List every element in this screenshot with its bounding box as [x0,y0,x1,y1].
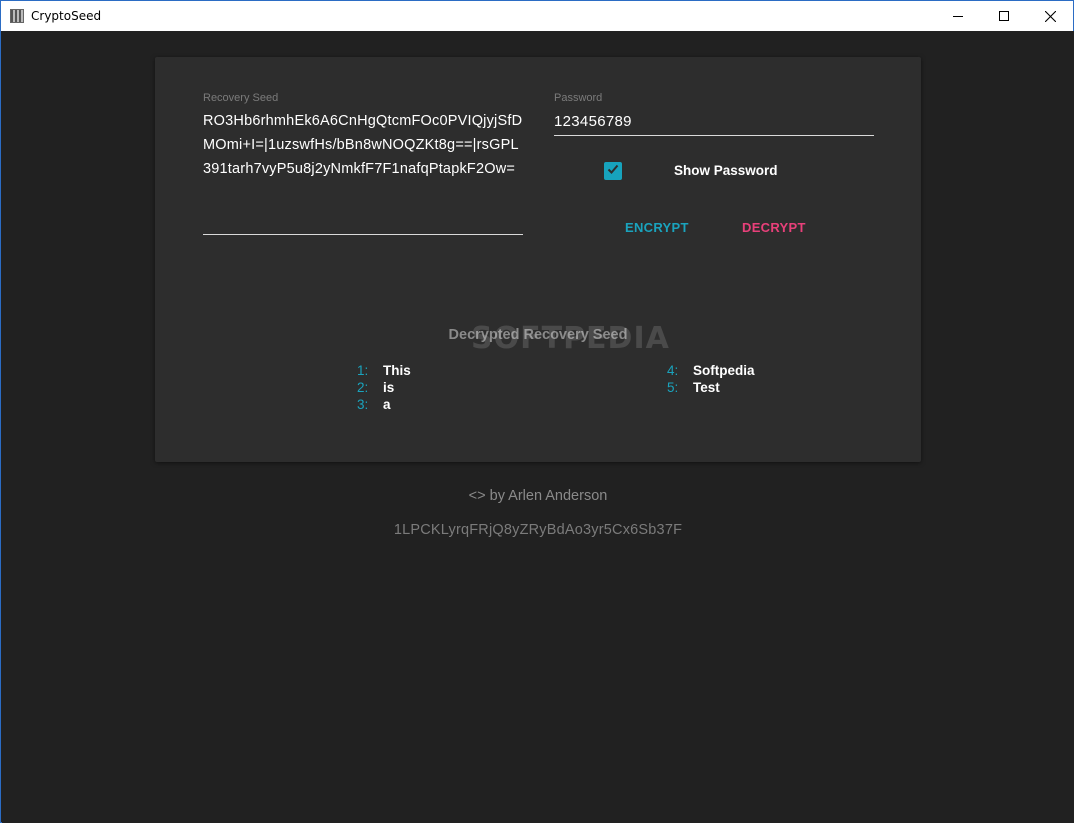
window-title: CryptoSeed [31,9,102,23]
password-input[interactable]: 123456789 [554,113,632,130]
list-item: 3: a [357,396,411,413]
main-content: Recovery Seed RO3Hb6rhmhEk6A6CnHgQtcmFOc… [2,31,1074,823]
list-item: 4: Softpedia [667,362,755,379]
title-bar[interactable]: CryptoSeed [1,1,1073,31]
word-number: 4: [667,363,679,378]
show-password-label[interactable]: Show Password [674,163,778,178]
encrypt-button[interactable]: ENCRYPT [625,220,689,235]
list-item: 5: Test [667,379,755,396]
maximize-button[interactable] [981,1,1027,31]
word-value: Softpedia [693,363,755,378]
minimize-button[interactable] [935,1,981,31]
maximize-icon [999,11,1009,21]
author-credit[interactable]: <> by Arlen Anderson [2,488,1074,504]
list-item: 2: is [357,379,411,396]
word-value: a [383,397,391,412]
word-number: 3: [357,397,369,412]
minimize-icon [953,11,963,21]
seed-input-underline [203,234,523,235]
password-label: Password [554,92,603,104]
app-icon [10,9,24,23]
word-number: 5: [667,380,679,395]
seed-label: Recovery Seed [203,92,279,104]
softpedia-watermark: SOFTPEDIA [471,321,670,356]
list-item: 1: This [357,362,411,379]
close-button[interactable] [1027,1,1073,31]
word-list-left: 1: This 2: is 3: a [357,362,411,413]
word-number: 2: [357,380,369,395]
decrypt-button[interactable]: DECRYPT [742,220,806,235]
app-window: CryptoSeed Recovery Seed RO3Hb6rhmhEk6A6… [0,0,1074,823]
word-value: is [383,380,395,395]
close-icon [1044,10,1056,22]
show-password-checkbox[interactable] [604,162,622,180]
password-input-underline [554,135,874,136]
word-list-right: 4: Softpedia 5: Test [667,362,755,396]
window-controls [935,1,1073,31]
check-icon [606,162,620,181]
word-value: Test [693,380,720,395]
seed-card: Recovery Seed RO3Hb6rhmhEk6A6CnHgQtcmFOc… [155,57,921,462]
word-value: This [383,363,411,378]
seed-input[interactable]: RO3Hb6rhmhEk6A6CnHgQtcmFOc0PVIQjyjSfDMOm… [203,109,523,181]
word-number: 1: [357,363,369,378]
donation-address: 1LPCKLyrqFRjQ8yZRyBdAo3yr5Cx6Sb37F [393,522,683,538]
